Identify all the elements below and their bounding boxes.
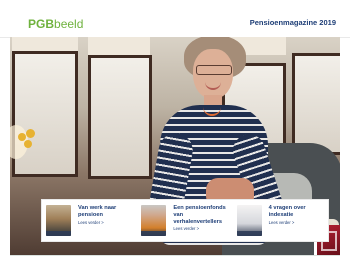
- glasses: [196, 65, 232, 75]
- magazine-title: Pensioenmagazine 2019: [249, 18, 336, 27]
- article-card[interactable]: Een pensioenfonds van verhalenvertellers…: [137, 205, 232, 236]
- logo-pgb-text: PGB: [28, 17, 55, 31]
- article-text: Een pensioenfonds van verhalenvertellers…: [173, 205, 228, 232]
- window: [88, 55, 152, 179]
- article-card[interactable]: 4 vragen over indexatie Lees verder >: [233, 205, 328, 236]
- pgb-beeld-logo[interactable]: PGBbeeld: [28, 17, 83, 31]
- thumbnail-shadow: [141, 231, 167, 236]
- site-header: PGBbeeld Pensioenmagazine 2019: [0, 0, 350, 38]
- bottom-navigation-strip[interactable]: [10, 255, 340, 262]
- magazine-page: PGBbeeld Pensioenmagazine 2019 Van werk …: [0, 0, 350, 262]
- yellow-flowers: [18, 129, 38, 163]
- thumbnail-shadow: [236, 231, 262, 236]
- article-thumbnail[interactable]: [46, 205, 71, 236]
- article-text: Van werk naar pensioen Lees verder >: [78, 205, 116, 226]
- article-thumbnail[interactable]: [141, 205, 167, 236]
- read-more-link[interactable]: Lees verder >: [173, 226, 228, 232]
- article-title[interactable]: 4 vragen over indexatie: [269, 205, 306, 219]
- thumbnail-shadow: [46, 231, 71, 236]
- featured-articles: Van werk naar pensioen Lees verder > Een…: [41, 199, 329, 242]
- article-card[interactable]: Van werk naar pensioen Lees verder >: [42, 205, 137, 236]
- read-more-link[interactable]: Lees verder >: [269, 220, 306, 226]
- article-thumbnail[interactable]: [236, 205, 262, 236]
- window: [292, 53, 340, 155]
- article-title[interactable]: Van werk naar pensioen: [78, 205, 116, 219]
- article-text: 4 vragen over indexatie Lees verder >: [269, 205, 306, 226]
- article-title[interactable]: Een pensioenfonds van verhalenvertellers: [173, 205, 228, 225]
- read-more-link[interactable]: Lees verder >: [78, 220, 116, 226]
- logo-beeld-text: beeld: [54, 17, 84, 31]
